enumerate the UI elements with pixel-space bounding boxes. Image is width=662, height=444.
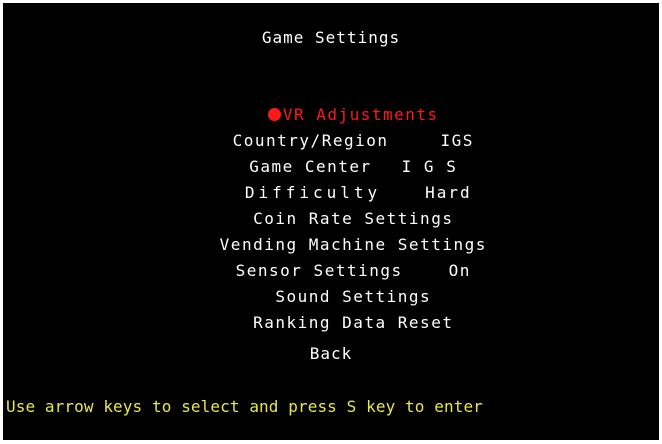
screen-title: Game Settings [261,28,401,47]
menu-item-label: Ranking Data Reset [253,313,454,332]
back-button[interactable]: Back [3,344,659,363]
settings-screen: Game Settings VR Adjustments Country/Reg… [3,3,659,440]
menu-item-ranking-data-reset[interactable]: Ranking Data Reset [3,294,659,351]
instruction-footer: Use arrow keys to select and press S key… [6,397,483,416]
